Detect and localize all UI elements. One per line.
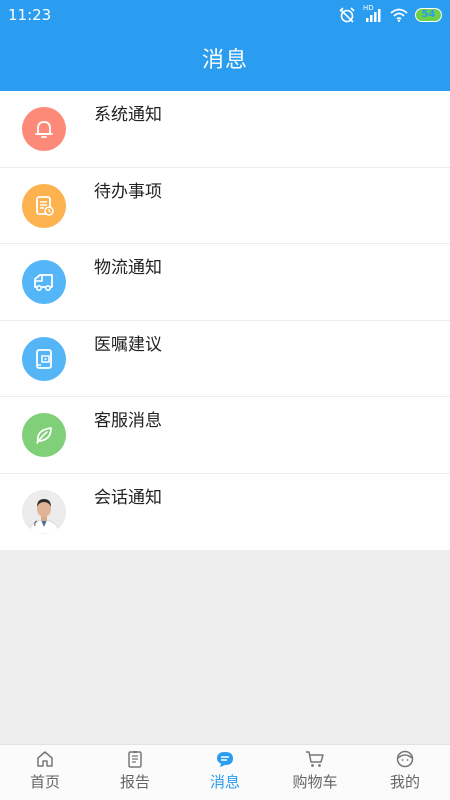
tab-profile[interactable]: 我的	[360, 745, 450, 800]
bell-icon	[22, 107, 66, 151]
message-item-logistics[interactable]: 物流通知	[0, 244, 450, 321]
signal-icon: HD	[363, 4, 383, 23]
wifi-icon	[390, 8, 408, 22]
message-item-system[interactable]: 系统通知	[0, 91, 450, 168]
tab-label: 我的	[389, 773, 420, 791]
home-icon	[37, 751, 53, 767]
message-item-conversation[interactable]: 会话通知	[0, 473, 450, 550]
leaf-icon	[22, 413, 66, 457]
message-list: 系统通知 待办事项 物流通知 医嘱建议 客服消息 会话通知	[0, 91, 450, 550]
message-icon	[217, 752, 233, 767]
message-item-label: 待办事项	[94, 181, 162, 202]
status-time: 11:23	[8, 6, 52, 24]
tab-label: 首页	[29, 773, 60, 791]
tab-report[interactable]: 报告	[90, 745, 180, 800]
message-item-label: 会话通知	[94, 487, 162, 508]
message-item-label: 客服消息	[94, 411, 162, 431]
user-icon	[396, 750, 414, 768]
truck-icon	[22, 260, 66, 304]
battery-indicator: 54	[415, 8, 442, 22]
message-item-label: 医嘱建议	[94, 334, 162, 355]
status-bar: 11:23 HD 54	[0, 0, 450, 30]
tab-messages[interactable]: 消息	[180, 745, 270, 800]
document-clock-icon	[22, 183, 66, 228]
message-item-advice[interactable]: 医嘱建议	[0, 320, 450, 397]
tab-label: 消息	[209, 773, 240, 791]
status-icons: HD 54	[338, 4, 442, 24]
alarm-off-icon	[339, 7, 355, 23]
tab-label: 购物车	[292, 773, 338, 791]
report-icon	[128, 751, 142, 768]
message-item-service[interactable]: 客服消息	[0, 397, 450, 474]
message-item-todo[interactable]: 待办事项	[0, 167, 450, 244]
tab-label: 报告	[119, 773, 150, 791]
header: 消息	[0, 30, 450, 91]
page-title: 消息	[201, 48, 248, 73]
doctor-avatar	[22, 489, 66, 534]
tab-home[interactable]: 首页	[0, 745, 90, 800]
tab-cart[interactable]: 购物车	[270, 745, 360, 800]
medical-device-icon	[22, 336, 66, 381]
message-item-label: 系统通知	[94, 105, 162, 125]
bottom-tab-bar: 首页 报告 消息 购物车 我的	[0, 744, 450, 800]
cart-icon	[306, 751, 324, 767]
message-item-label: 物流通知	[94, 258, 162, 278]
